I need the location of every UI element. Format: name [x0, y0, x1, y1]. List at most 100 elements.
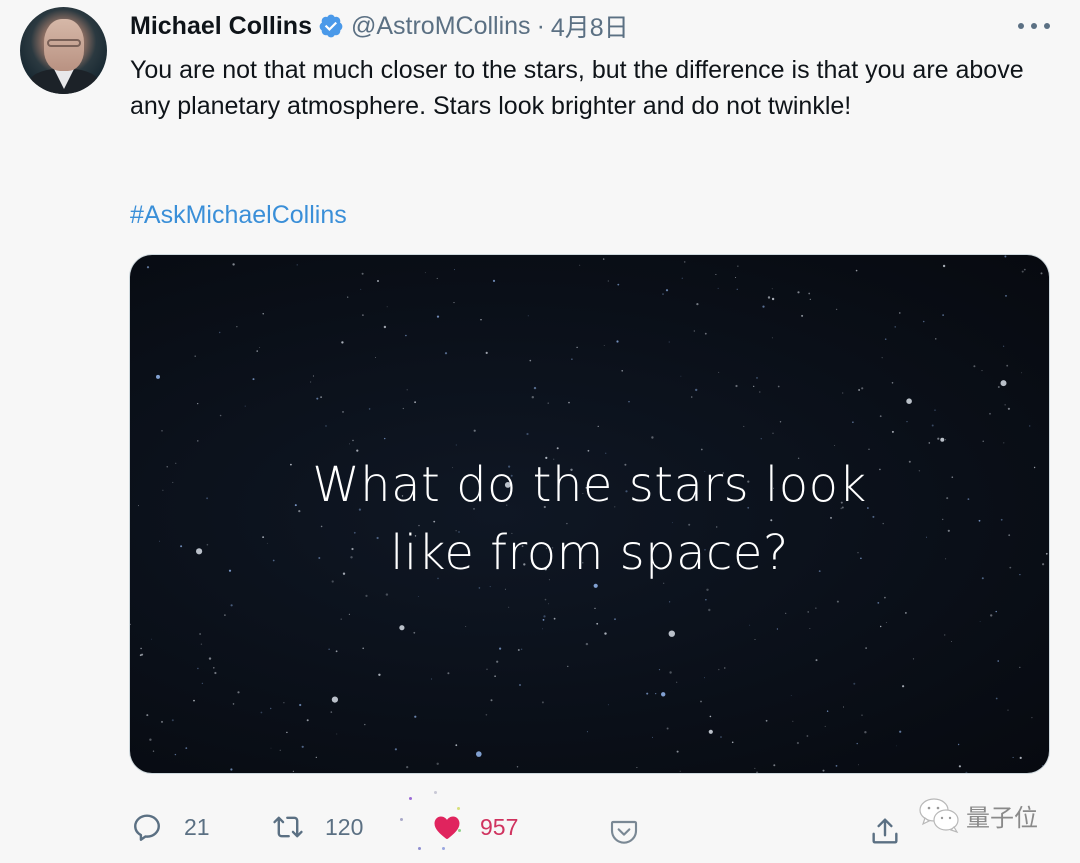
star [894, 326, 896, 328]
star [718, 668, 720, 671]
star [705, 599, 707, 601]
more-options-button[interactable] [1018, 16, 1050, 36]
star [1019, 756, 1022, 759]
star [156, 374, 160, 379]
reply-icon [134, 814, 160, 841]
star [480, 319, 482, 321]
star [815, 659, 818, 662]
star [200, 643, 203, 645]
star [151, 638, 152, 640]
star [201, 682, 204, 685]
star [737, 265, 739, 267]
star [436, 762, 439, 765]
star [567, 665, 569, 667]
star [835, 765, 838, 767]
author-handle[interactable]: @AstroMCollins [351, 12, 531, 41]
more-horizontal-icon-dot [1044, 23, 1050, 29]
star [406, 389, 408, 391]
star [797, 291, 800, 294]
star [490, 699, 493, 702]
star [693, 330, 695, 332]
like-button[interactable]: 957 [400, 791, 518, 850]
star [270, 707, 272, 710]
star [436, 277, 438, 279]
star [465, 626, 467, 627]
star [548, 603, 550, 605]
star [579, 264, 581, 266]
star [406, 766, 409, 769]
star [666, 727, 669, 730]
star [718, 371, 720, 373]
star [146, 266, 150, 269]
star [717, 287, 719, 289]
star [704, 332, 707, 335]
star [384, 437, 386, 440]
star [731, 741, 734, 744]
watermark-text: 量子位 [966, 804, 1038, 832]
author-name[interactable]: Michael Collins [130, 12, 312, 41]
star [362, 647, 364, 650]
retweet-count: 120 [325, 813, 364, 840]
star [485, 351, 488, 354]
star [695, 388, 698, 392]
star [485, 714, 488, 716]
star [700, 700, 702, 703]
star [772, 432, 774, 435]
star [815, 607, 817, 609]
star [720, 736, 722, 738]
avatar[interactable] [20, 7, 107, 94]
reply-button[interactable]: 21 [130, 805, 210, 849]
star [342, 411, 344, 413]
star [197, 403, 199, 405]
media-caption-line-1: What do the stars look [312, 457, 867, 513]
star [771, 337, 773, 339]
star [973, 365, 976, 368]
star [706, 588, 709, 591]
star [807, 611, 809, 613]
star [891, 430, 894, 433]
star [680, 375, 682, 377]
star [858, 764, 859, 766]
star [715, 274, 717, 275]
star [935, 338, 937, 340]
star [607, 280, 609, 282]
share-button[interactable] [868, 805, 902, 849]
star [834, 445, 836, 446]
star [899, 730, 902, 733]
reply-count: 21 [184, 813, 210, 840]
retweet-button[interactable]: 120 [271, 805, 363, 849]
star [858, 389, 860, 391]
hashtag-link[interactable]: #AskMichaelCollins [130, 197, 347, 233]
like-particle [434, 791, 437, 794]
tweet-media-image[interactable]: What do the stars look like from space? [130, 255, 1049, 773]
star [185, 747, 188, 749]
pocket-save-button[interactable] [608, 805, 640, 849]
star [877, 602, 880, 604]
star [669, 601, 671, 603]
star [436, 315, 440, 318]
star [386, 306, 388, 308]
star [383, 325, 387, 329]
star [735, 384, 738, 388]
star [982, 440, 984, 442]
avatar-glasses [47, 39, 81, 47]
star [754, 767, 756, 769]
star [259, 347, 261, 348]
star [576, 346, 578, 349]
star [931, 424, 934, 427]
star [341, 341, 344, 344]
star [942, 314, 944, 316]
star [771, 288, 773, 290]
tweet-date[interactable]: 4月8日 [551, 8, 629, 44]
star [473, 429, 476, 432]
star [696, 303, 699, 306]
star [621, 370, 623, 372]
star [853, 682, 856, 685]
star [776, 628, 779, 630]
star [899, 312, 901, 314]
more-horizontal-icon-dot [1031, 23, 1037, 29]
tweet-header: Michael Collins @AstroMCollins · 4月8日 [130, 8, 629, 44]
star [199, 633, 201, 635]
star [586, 731, 588, 733]
star [214, 671, 217, 675]
